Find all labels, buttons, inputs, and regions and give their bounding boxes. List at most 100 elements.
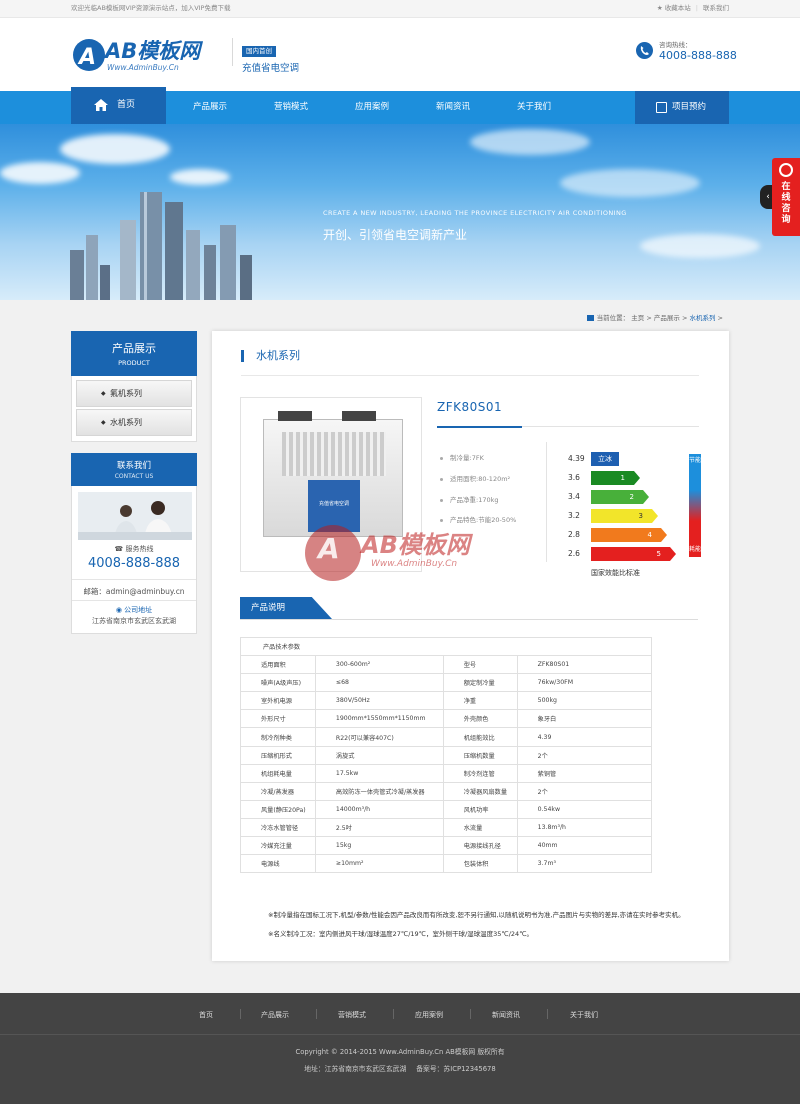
sidebar-contact-en: CONTACT US	[114, 473, 154, 480]
footer-link-home[interactable]: 首页	[199, 1010, 213, 1020]
address-label: ◉ 公司地址	[72, 600, 196, 615]
table-cell-value: 涡旋式	[314, 745, 444, 765]
energy-value: 2.6	[568, 549, 580, 558]
table-cell-label: 型号	[442, 655, 518, 675]
footer-link-cases[interactable]: 应用案例	[415, 1010, 443, 1020]
spec-table: 产品技术参数 适用面积 300-600m² 型号 ZFK80S01 噪声(A级声压) ≤6…	[240, 636, 653, 874]
breadcrumb: 当前位置： 主页 > 产品展示 > 水机系列 >	[586, 312, 723, 322]
energy-bar-label: 5	[656, 550, 661, 558]
online-consult-button[interactable]: 在线咨询	[772, 158, 800, 236]
footer-link-about[interactable]: 关于我们	[570, 1010, 598, 1020]
table-cell-label: 机组耗电量	[240, 763, 316, 783]
nav-products[interactable]: 产品展示	[193, 91, 227, 124]
table-cell-value: 13.8m³/h	[516, 817, 653, 838]
spec-item: 产品特色:节能20-50%	[440, 514, 516, 524]
table-cell-label: 水流量	[442, 817, 518, 838]
nav-booking[interactable]: 项目预约	[635, 91, 729, 124]
model-divider	[437, 426, 699, 428]
breadcrumb-home[interactable]: 主页	[631, 314, 644, 322]
footer-nav: 首页 产品展示 营销模式 应用案例 新闻资讯 关于我们	[0, 993, 800, 1035]
address-text: 江苏省南京市玄武区玄武湖	[92, 617, 176, 625]
table-cell-value: ZFK80S01	[516, 655, 653, 675]
table-cell-label: 机组能效比	[442, 727, 518, 747]
top-bar: 欢迎光临AB模板网VIP资源演示站点，加入VIP免费下载 ★ 收藏本站 | 联系我们	[0, 0, 800, 18]
table-cell-value: 40mm	[516, 836, 653, 856]
sidebar-contact-body: ☎ 服务热线 4008-888-888 邮箱：admin@adminbuy.cn…	[71, 486, 197, 634]
table-cell-label: 压缩机形式	[240, 745, 316, 765]
note-text: ※制冷量指在国标工况下,机型/参数/性能会因产品改良而有所改变,恕不另行通知,以…	[268, 911, 685, 919]
contact-link[interactable]: 联系我们	[703, 4, 729, 12]
energy-scale-axis: 节能 耗能	[689, 454, 701, 557]
energy-axis-bottom: 耗能	[689, 546, 702, 553]
sidebar-item-water[interactable]: ◆ 水机系列	[76, 409, 192, 436]
table-cell-value: 380V/50Hz	[314, 691, 444, 711]
table-row: 室外机电源 380V/50Hz 净重 500kg	[240, 691, 653, 711]
table-cell-label: 冷凝器风扇数量	[442, 781, 518, 801]
product-image[interactable]: 充值省电空调	[240, 397, 422, 572]
energy-bar-label: 4	[647, 531, 652, 539]
header: A AB模板网 Www.AdminBuy.Cn 国内首创 充值省电空调 咨询热线…	[0, 18, 800, 91]
energy-efficiency-chart: 国家效能比标准 节能 耗能 4.39 立冰 3.6 1 3.4 2 3.2 3 2.8 4 2.6 5	[564, 447, 704, 581]
energy-bar: 1	[591, 471, 640, 485]
energy-bar: 2	[591, 490, 649, 504]
energy-bar: 3	[591, 509, 658, 523]
breadcrumb-category[interactable]: 产品展示	[654, 314, 680, 322]
table-cell-value: 17.5kw	[314, 763, 444, 783]
energy-axis-top: 节能	[689, 457, 702, 464]
footer-address-line: 地址：江苏省南京市玄武区玄武湖 备案号：苏ICP12345678	[0, 1063, 800, 1073]
table-row: 压缩机形式 涡旋式 压缩机数量 2个	[240, 745, 653, 765]
triangle-right-icon: ◆	[101, 390, 106, 397]
energy-bar-label: 立冰	[598, 455, 612, 463]
breadcrumb-sep: >	[646, 314, 652, 322]
nav-about[interactable]: 关于我们	[517, 91, 551, 124]
product-model: ZFK80S01	[437, 400, 503, 414]
energy-bar-tip	[670, 547, 676, 561]
home-icon	[586, 315, 594, 321]
table-cell-value: 2个	[516, 781, 653, 801]
sidebar-product-en: PRODUCT	[118, 359, 150, 367]
service-hotline-label: ☎ 服务热线	[114, 545, 154, 553]
nav-news[interactable]: 新闻资讯	[436, 91, 470, 124]
table-cell-value: 4.39	[516, 727, 653, 747]
booking-icon	[656, 102, 667, 113]
spec-divider	[546, 442, 547, 562]
sidebar-item-fluorine[interactable]: ◆ 氟机系列	[76, 380, 192, 407]
sidebar-product-title: 产品展示	[112, 342, 156, 355]
energy-value: 4.39	[568, 454, 585, 463]
tab-product-description[interactable]: 产品说明	[240, 597, 332, 619]
table-cell-value: 紫铜管	[516, 763, 653, 783]
slogan: 国内首创 充值省电空调	[232, 38, 299, 74]
phone-icon: ☎	[114, 545, 126, 553]
footer-copyright: Copyright © 2014-2015 Www.AdminBuy.Cn AB…	[295, 1048, 505, 1056]
footer-link-products[interactable]: 产品展示	[261, 1010, 289, 1020]
favorite-link[interactable]: 收藏本站	[665, 4, 691, 12]
nav-cases[interactable]: 应用案例	[355, 91, 389, 124]
nav-marketing[interactable]: 营销模式	[274, 91, 308, 124]
spec-item: 制冷量:7FK	[440, 452, 484, 462]
table-cell-value: ≥10mm²	[314, 854, 444, 874]
logo-a-icon: A	[73, 39, 105, 71]
nav-home[interactable]: 首页	[71, 87, 166, 124]
footer: 首页 产品展示 营销模式 应用案例 新闻资讯 关于我们 Copyright © …	[0, 993, 800, 1104]
table-cell-label: 风量(静压20Pa)	[240, 799, 316, 819]
footer-link-news[interactable]: 新闻资讯	[492, 1010, 520, 1020]
sidebar-product-header: 产品展示 PRODUCT	[71, 331, 197, 376]
table-cell-label: 净重	[442, 691, 518, 711]
table-cell-value: 14000m³/h	[314, 799, 444, 819]
top-links: ★ 收藏本站 | 联系我们	[656, 4, 729, 12]
logo[interactable]: A AB模板网 Www.AdminBuy.Cn	[71, 35, 231, 81]
note-text: ※名义制冷工况：室内侧进风干球/湿球温度27℃/19℃，室外侧干球/湿球温度35…	[268, 930, 533, 938]
energy-value: 3.4	[568, 492, 580, 501]
energy-bar: 4	[591, 528, 667, 542]
table-cell-label: 风机功率	[442, 799, 518, 819]
online-consult-label: 在线咨询	[781, 182, 791, 225]
energy-value: 3.2	[568, 511, 580, 520]
footer-link-marketing[interactable]: 营销模式	[338, 1010, 366, 1020]
star-icon: ★	[656, 4, 663, 12]
energy-bar-tip	[661, 528, 667, 542]
footer-address: 地址：江苏省南京市玄武区玄武湖	[304, 1065, 407, 1073]
hotline-number: 4008-888-888	[659, 49, 737, 62]
energy-bar-label: 1	[620, 474, 625, 482]
sidebar-contact-title: 联系我们	[116, 461, 151, 471]
breadcrumb-current[interactable]: 水机系列	[689, 314, 715, 322]
